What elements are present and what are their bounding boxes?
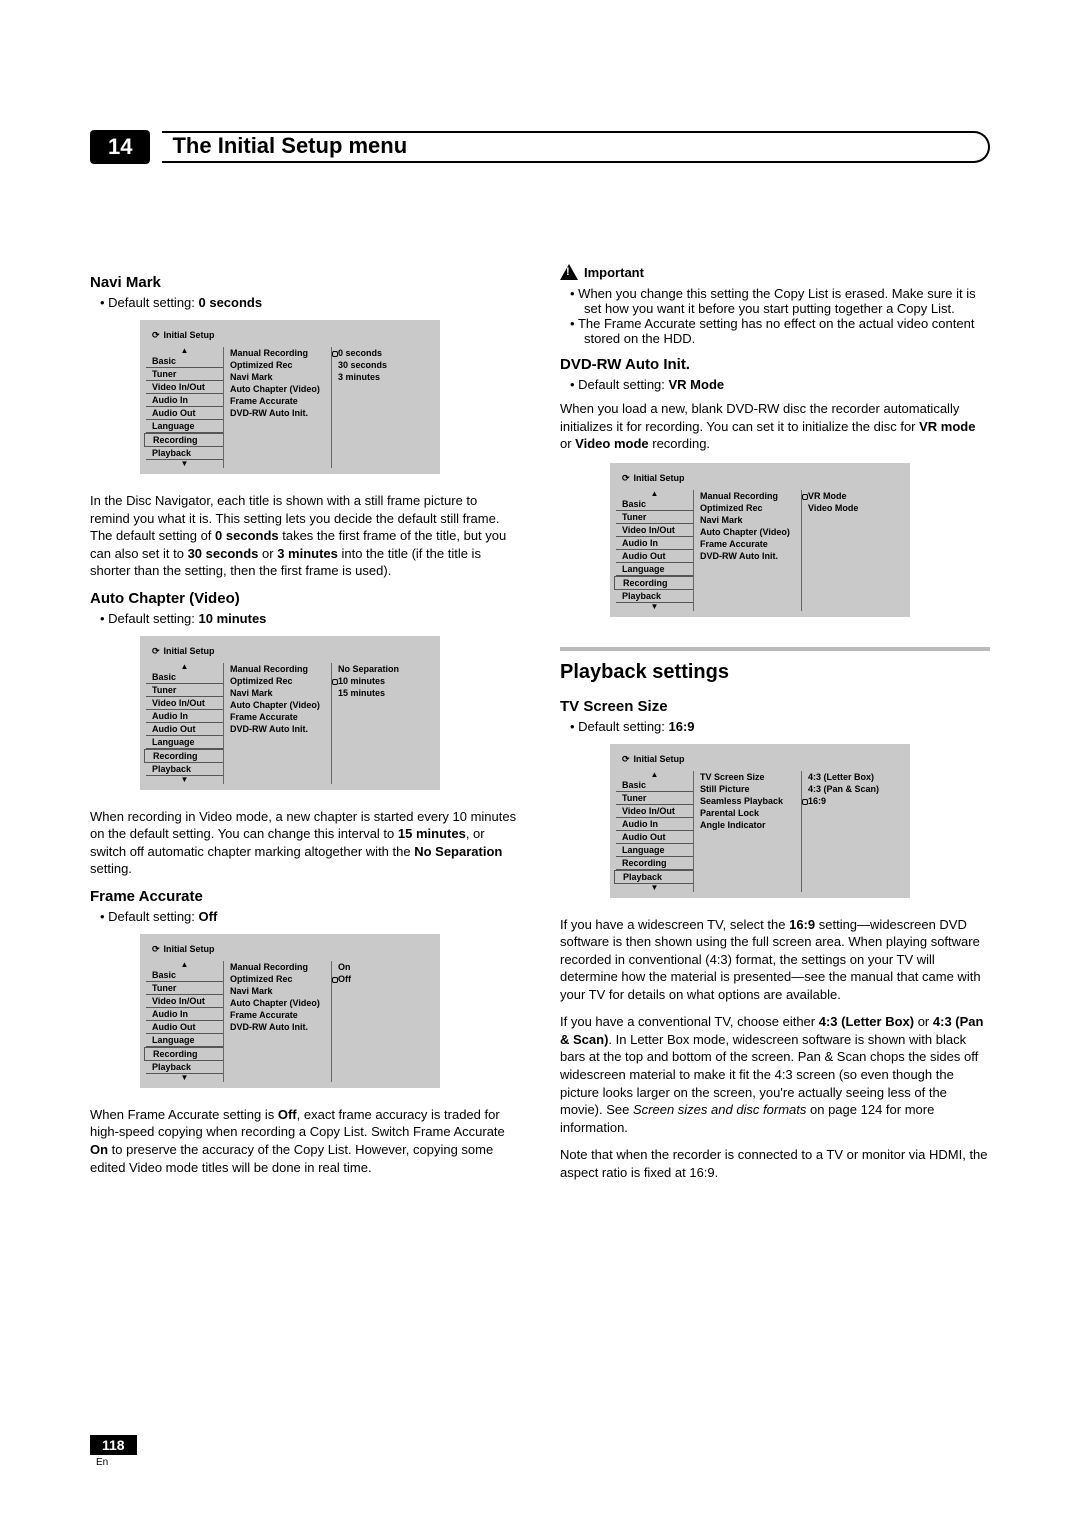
chapter-title: The Initial Setup menu bbox=[172, 133, 421, 159]
default-setting-navi-mark: Default setting: 0 seconds bbox=[90, 295, 520, 310]
frame-accurate-body: When Frame Accurate setting is Off, exac… bbox=[90, 1106, 520, 1176]
left-column: Navi Mark Default setting: 0 seconds Ini… bbox=[90, 264, 520, 1191]
menu-mid: Manual RecordingOptimized RecNavi MarkAu… bbox=[224, 347, 332, 468]
right-column: Important When you change this setting t… bbox=[560, 264, 990, 1191]
tv-screen-p1: If you have a widescreen TV, select the … bbox=[560, 916, 990, 1004]
page-footer: 118 En bbox=[90, 1435, 137, 1468]
default-setting-dvdrw: Default setting: VR Mode bbox=[560, 377, 990, 392]
tv-screen-p2: If you have a conventional TV, choose ei… bbox=[560, 1013, 990, 1136]
navi-mark-body: In the Disc Navigator, each title is sho… bbox=[90, 492, 520, 580]
menu-shot-dvdrw: Initial Setup ▲BasicTunerVideo In/OutAud… bbox=[610, 463, 910, 617]
warning-icon bbox=[560, 264, 578, 280]
important-list: When you change this setting the Copy Li… bbox=[560, 286, 990, 346]
default-setting-frame-accurate: Default setting: Off bbox=[90, 909, 520, 924]
heading-tv-screen: TV Screen Size bbox=[560, 698, 990, 715]
default-setting-auto-chapter: Default setting: 10 minutes bbox=[90, 611, 520, 626]
chapter-title-wrap: The Initial Setup menu bbox=[162, 131, 990, 163]
tv-screen-p3: Note that when the recorder is connected… bbox=[560, 1146, 990, 1181]
heading-auto-chapter: Auto Chapter (Video) bbox=[90, 590, 520, 607]
menu-shot-navi-mark: Initial Setup ▲BasicTunerVideo In/OutAud… bbox=[140, 320, 440, 474]
section-divider bbox=[560, 647, 990, 651]
chapter-header: 14 The Initial Setup menu bbox=[90, 130, 990, 164]
menu-shot-auto-chapter: Initial Setup ▲BasicTunerVideo In/OutAud… bbox=[140, 636, 440, 790]
menu-right: 0 seconds30 seconds3 minutes bbox=[332, 347, 434, 468]
menu-left-recording: ▲BasicTunerVideo In/OutAudio InAudio Out… bbox=[146, 347, 224, 468]
page-lang: En bbox=[90, 1457, 137, 1468]
default-setting-tv-screen: Default setting: 16:9 bbox=[560, 719, 990, 734]
section-playback-settings: Playback settings bbox=[560, 661, 990, 684]
auto-chapter-body: When recording in Video mode, a new chap… bbox=[90, 808, 520, 878]
dvdrw-intro: When you load a new, blank DVD-RW disc t… bbox=[560, 400, 990, 453]
menu-shot-tv-screen: Initial Setup ▲BasicTunerVideo In/OutAud… bbox=[610, 744, 910, 898]
heading-navi-mark: Navi Mark bbox=[90, 274, 520, 291]
heading-dvdrw: DVD-RW Auto Init. bbox=[560, 356, 990, 373]
chapter-number: 14 bbox=[90, 130, 150, 164]
heading-frame-accurate: Frame Accurate bbox=[90, 888, 520, 905]
menu-shot-frame-accurate: Initial Setup ▲BasicTunerVideo In/OutAud… bbox=[140, 934, 440, 1088]
page-number: 118 bbox=[90, 1435, 137, 1455]
important-heading: Important bbox=[560, 264, 990, 280]
